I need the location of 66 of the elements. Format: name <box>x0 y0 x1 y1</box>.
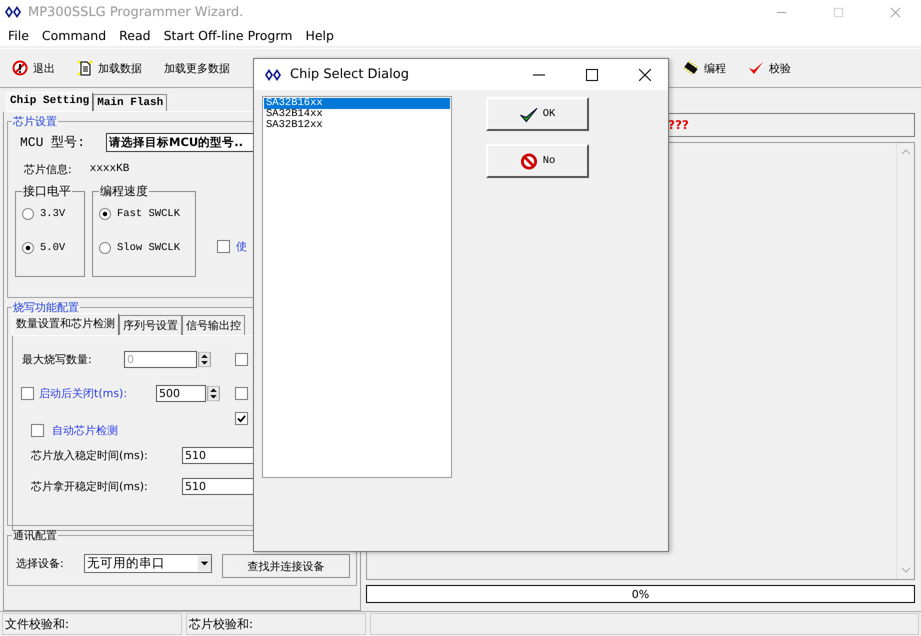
radio-button[interactable] <box>22 208 34 220</box>
group-title: 编程速度 <box>99 183 149 200</box>
close-icon[interactable] <box>639 68 651 80</box>
group-title: 芯片设置 <box>12 114 58 129</box>
checkbox[interactable] <box>31 424 44 436</box>
list-item[interactable]: SA32B16xx <box>264 98 450 109</box>
info-value: xxxxKB <box>90 163 130 175</box>
radio-button[interactable] <box>99 208 111 220</box>
tab[interactable]: 序列号设置 <box>119 315 182 335</box>
tab[interactable]: 数量设置和芯片检测 <box>12 313 119 335</box>
tab[interactable]: 信号输出控 <box>182 315 245 335</box>
field-label: 最大烧写数量: <box>22 352 93 366</box>
connect-button[interactable]: 查找并连接设备 <box>222 554 350 578</box>
radio-label: Slow SWCLK <box>117 242 180 254</box>
menu-item[interactable]: Command <box>42 28 106 42</box>
field-label: 选择设备: <box>16 556 65 570</box>
stop-icon <box>12 60 28 76</box>
field-label: 芯片放入稳定时间(ms): <box>31 448 149 463</box>
status-cell: 芯片校验和: <box>186 613 366 635</box>
checkbox[interactable] <box>235 386 248 400</box>
radio-label: 5.0V <box>40 242 66 254</box>
tab[interactable]: Main Flash <box>93 94 168 111</box>
spinner-icon <box>198 352 211 366</box>
toolbar-button[interactable]: 校验 <box>746 58 793 78</box>
ok-button[interactable]: OK <box>486 97 589 131</box>
field-label: 芯片信息: <box>24 162 72 176</box>
spinner-icon <box>207 386 220 400</box>
menu-item[interactable]: Read <box>119 28 151 42</box>
toolbar-button[interactable]: 加载更多数据 <box>162 58 232 78</box>
maximize-icon[interactable] <box>586 68 598 80</box>
field-label: MCU 型号: <box>20 134 86 151</box>
toolbar-button[interactable]: 退出 <box>10 58 57 78</box>
checkmark-icon <box>520 106 538 122</box>
checkbox[interactable] <box>235 412 248 424</box>
checkbox-label: 启动后关闭t(ms): <box>39 386 128 400</box>
toolbar-button[interactable]: 编程 <box>681 58 728 78</box>
prohibited-icon <box>520 152 538 170</box>
device-dropdown[interactable]: 无可用的串口 <box>84 554 212 572</box>
group-title: 烧写功能配置 <box>12 300 80 315</box>
document-icon <box>77 60 93 76</box>
radio-button[interactable] <box>22 242 34 254</box>
checkbox-label: 自动芯片检测 <box>52 422 118 438</box>
window-title: MP300SSLG Programmer Wizard. <box>28 4 244 20</box>
radio-label: Fast SWCLK <box>117 208 180 220</box>
progress-label: 0% <box>632 588 650 600</box>
menu-item[interactable]: File <box>8 28 29 42</box>
status-cell: 文件校验和: <box>2 613 182 635</box>
checkbox[interactable] <box>21 386 34 400</box>
menu-item[interactable]: Help <box>305 28 334 42</box>
checkbox-label: 使 <box>236 239 247 254</box>
menu-item[interactable]: Start Off-line Progrm <box>164 28 292 42</box>
radio-label: 3.3V <box>40 208 66 220</box>
toolbar-button[interactable]: 加载数据 <box>75 58 144 78</box>
checkbox[interactable] <box>235 352 248 366</box>
tab[interactable]: Chip Setting <box>6 92 94 111</box>
checkmark-icon <box>748 60 764 76</box>
group-title: 通讯配置 <box>12 528 58 543</box>
logo-icon <box>4 5 22 19</box>
spin-field[interactable]: 500 <box>156 384 206 402</box>
logo-icon <box>264 68 282 82</box>
field-label: 芯片拿开稳定时间(ms): <box>31 479 149 494</box>
group-title: 接口电平 <box>22 183 72 200</box>
dialog-title: Chip Select Dialog <box>290 67 409 82</box>
no-button[interactable]: No <box>486 144 589 178</box>
checkbox[interactable] <box>217 240 230 253</box>
radio-button[interactable] <box>99 242 111 254</box>
